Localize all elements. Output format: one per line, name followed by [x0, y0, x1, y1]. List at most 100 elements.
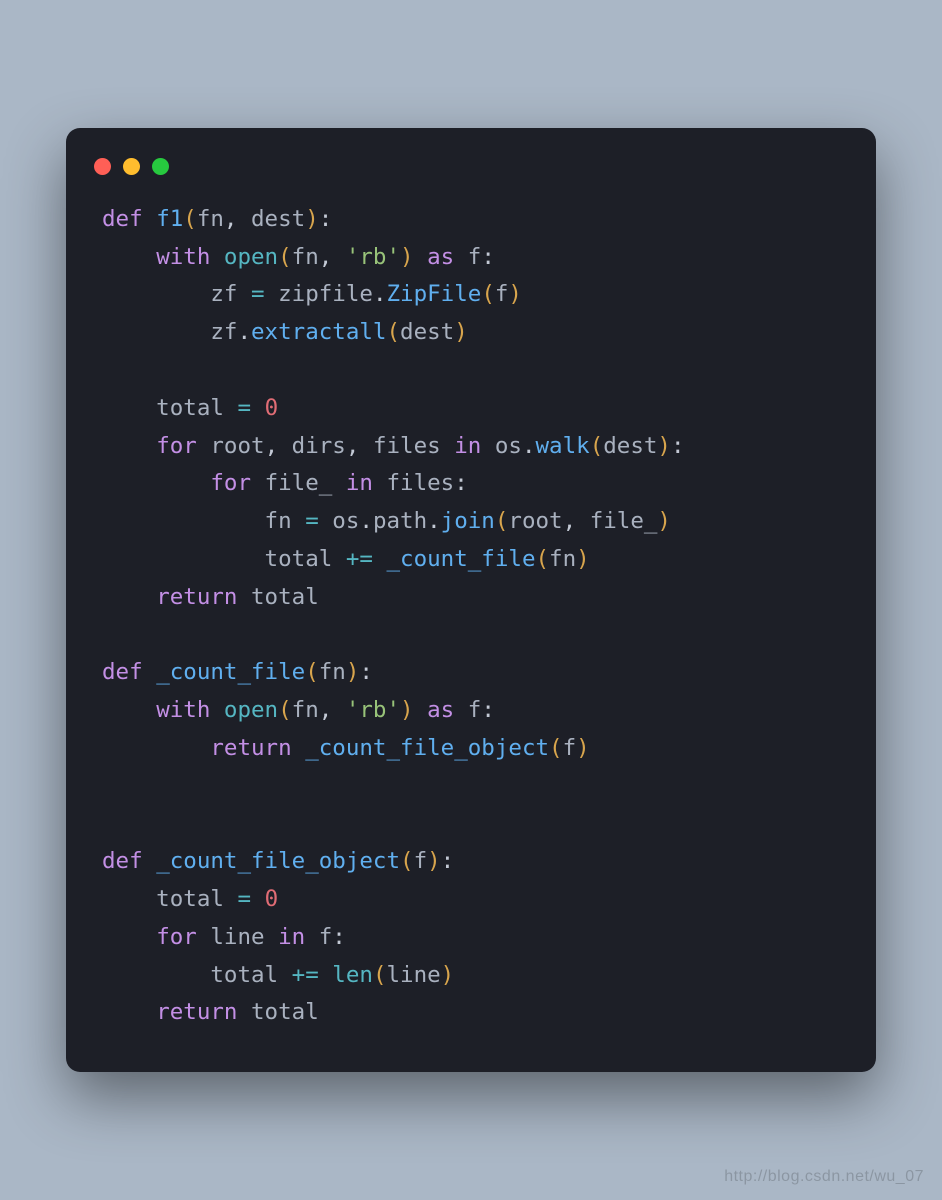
code-token: ( [400, 848, 414, 874]
code-line: zf.extractall(dest) [102, 319, 468, 345]
window-titlebar [66, 158, 876, 201]
code-token: _count_file [156, 659, 305, 685]
code-token: _count_file_object [156, 848, 400, 874]
code-token: total [102, 962, 292, 988]
code-token: with [156, 697, 224, 723]
code-token: . [373, 281, 387, 307]
code-token: , [224, 206, 251, 232]
code-token: ( [549, 735, 563, 761]
code-token: f [414, 848, 428, 874]
code-token: . [427, 508, 441, 534]
code-token: total [251, 584, 319, 610]
code-token: , [563, 508, 590, 534]
code-token: : [359, 659, 373, 685]
code-token: : [441, 848, 455, 874]
code-token: zf [102, 319, 237, 345]
code-token: line [210, 924, 264, 950]
code-token: total [251, 999, 319, 1025]
code-token: = [305, 508, 319, 534]
code-token: 0 [265, 886, 279, 912]
code-token: f [563, 735, 577, 761]
code-token: dirs [292, 433, 346, 459]
code-token: ) [427, 848, 441, 874]
code-token: , [265, 433, 292, 459]
code-token: return [156, 584, 251, 610]
code-token: in [265, 924, 319, 950]
minimize-icon[interactable] [123, 158, 140, 175]
code-token: ZipFile [386, 281, 481, 307]
code-window: def f1(fn, dest): with open(fn, 'rb') as… [66, 128, 876, 1073]
code-token: ) [400, 244, 414, 270]
code-line: total = 0 [102, 886, 278, 912]
code-token: ( [481, 281, 495, 307]
code-token [102, 433, 156, 459]
code-line: def f1(fn, dest): [102, 206, 332, 232]
code-token: open [224, 697, 278, 723]
code-token: in [441, 433, 495, 459]
code-token: : [454, 470, 468, 496]
code-token: 'rb' [346, 244, 400, 270]
code-token: for [210, 470, 264, 496]
code-token: files [373, 433, 441, 459]
code-token: ( [305, 659, 319, 685]
code-line: return _count_file_object(f) [102, 735, 590, 761]
code-token: join [441, 508, 495, 534]
code-line: total += _count_file(fn) [102, 546, 590, 572]
code-token: ) [346, 659, 360, 685]
code-token: . [522, 433, 536, 459]
code-token: files [386, 470, 454, 496]
code-token: as [414, 697, 468, 723]
code-token: : [319, 206, 333, 232]
code-token: return [156, 999, 251, 1025]
code-token [102, 584, 156, 610]
code-token: in [332, 470, 386, 496]
code-token: _count_file [386, 546, 535, 572]
code-token: ( [590, 433, 604, 459]
code-line: with open(fn, 'rb') as f: [102, 244, 495, 270]
code-token: 0 [265, 395, 279, 421]
code-token: ) [441, 962, 455, 988]
code-token: ) [400, 697, 414, 723]
code-token [251, 395, 265, 421]
code-line: for root, dirs, files in os.walk(dest): [102, 433, 685, 459]
code-token: fn [102, 508, 305, 534]
code-token: ) [576, 735, 590, 761]
code-token: total [102, 395, 237, 421]
code-token: root [210, 433, 264, 459]
code-token: for [156, 433, 210, 459]
code-token: path [373, 508, 427, 534]
code-token: = [237, 395, 251, 421]
close-icon[interactable] [94, 158, 111, 175]
code-token: os [495, 433, 522, 459]
code-token: ( [495, 508, 509, 534]
maximize-icon[interactable] [152, 158, 169, 175]
code-token: with [156, 244, 224, 270]
code-token: : [481, 244, 495, 270]
code-token: : [481, 697, 495, 723]
code-token: zf [102, 281, 251, 307]
code-line: def _count_file_object(f): [102, 848, 454, 874]
code-token: = [237, 886, 251, 912]
code-token: , [346, 433, 373, 459]
code-token: _count_file_object [305, 735, 549, 761]
code-line: fn = os.path.join(root, file_) [102, 508, 671, 534]
code-token: fn [292, 697, 319, 723]
code-token: ) [508, 281, 522, 307]
code-token: f [468, 244, 482, 270]
code-token: ) [454, 319, 468, 345]
code-block: def f1(fn, dest): with open(fn, 'rb') as… [66, 201, 876, 1033]
code-token: ( [183, 206, 197, 232]
code-token: extractall [251, 319, 386, 345]
code-token: fn [292, 244, 319, 270]
code-token: f1 [156, 206, 183, 232]
code-token: for [156, 924, 210, 950]
code-token: f [319, 924, 333, 950]
code-token: f [468, 697, 482, 723]
code-token: def [102, 206, 156, 232]
code-token: = [251, 281, 265, 307]
code-token: ( [536, 546, 550, 572]
code-token: as [414, 244, 468, 270]
code-token: ) [576, 546, 590, 572]
code-token [102, 735, 210, 761]
code-token: dest [603, 433, 657, 459]
